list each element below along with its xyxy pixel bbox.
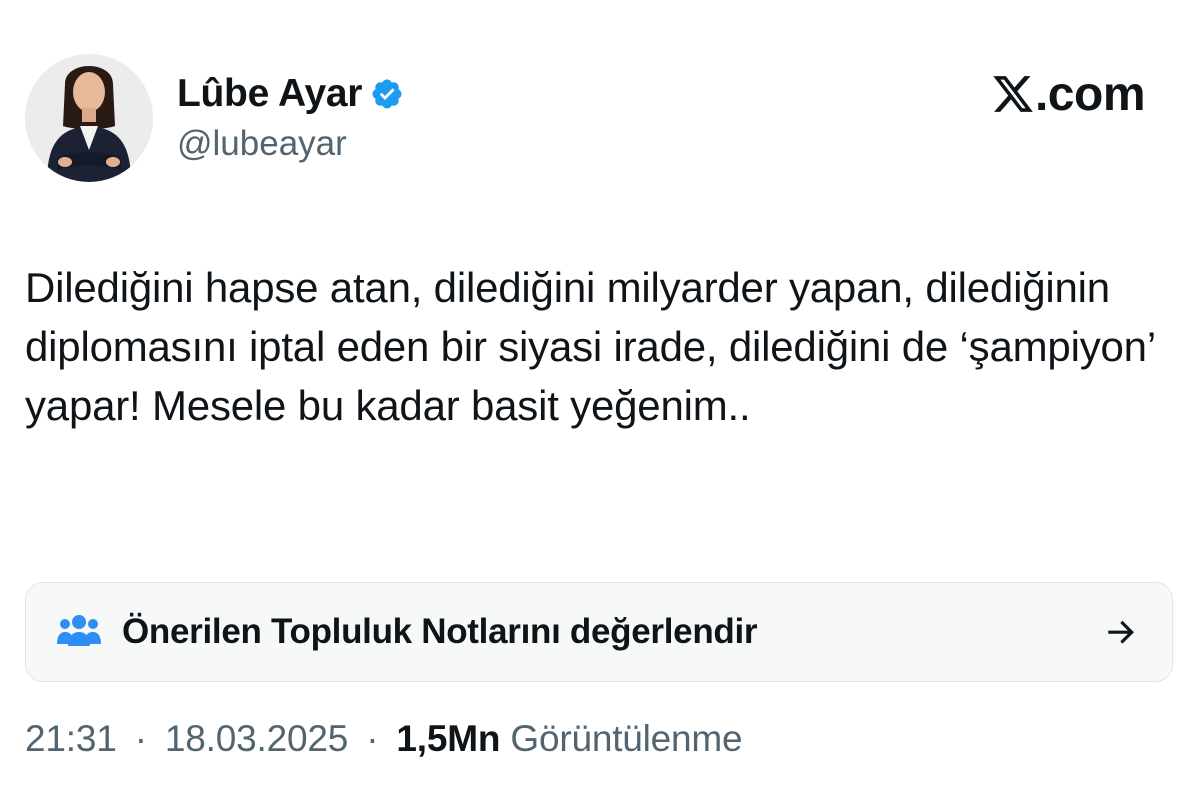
community-notes-label: Önerilen Topluluk Notlarını değerlendir	[122, 612, 758, 651]
meta-separator: ·	[366, 718, 379, 759]
x-logo-icon	[991, 72, 1035, 116]
brand-domain-text: .com	[1034, 67, 1146, 121]
tweet-time[interactable]: 21:31	[25, 718, 117, 759]
tweet-meta: 21:31 · 18.03.2025 · 1,5Mn Görüntülenme	[25, 718, 743, 760]
tweet-text: Dilediğini hapse atan, dilediğini milyar…	[25, 264, 1155, 429]
tweet-date[interactable]: 18.03.2025	[165, 718, 348, 759]
author-identity: Lûbe Ayar @lubeayar	[177, 68, 404, 164]
author-handle[interactable]: @lubeayar	[177, 124, 404, 164]
author-name-row: Lûbe Ayar	[177, 68, 404, 120]
meta-separator: ·	[134, 718, 147, 759]
tweet-header: Lûbe Ayar @lubeayar .com	[25, 54, 1175, 184]
author-display-name[interactable]: Lûbe Ayar	[177, 72, 362, 116]
avatar-image	[25, 54, 153, 182]
views-count[interactable]: 1,5Mn	[396, 718, 500, 759]
arrow-right-icon	[1102, 614, 1140, 652]
community-icon	[56, 614, 102, 650]
community-notes-button[interactable]: Önerilen Topluluk Notlarını değerlendir	[25, 582, 1173, 682]
x-brand: .com	[991, 67, 1146, 121]
views-label[interactable]: Görüntülenme	[510, 718, 742, 759]
verified-badge-icon	[370, 77, 404, 111]
author-avatar[interactable]	[25, 54, 153, 182]
